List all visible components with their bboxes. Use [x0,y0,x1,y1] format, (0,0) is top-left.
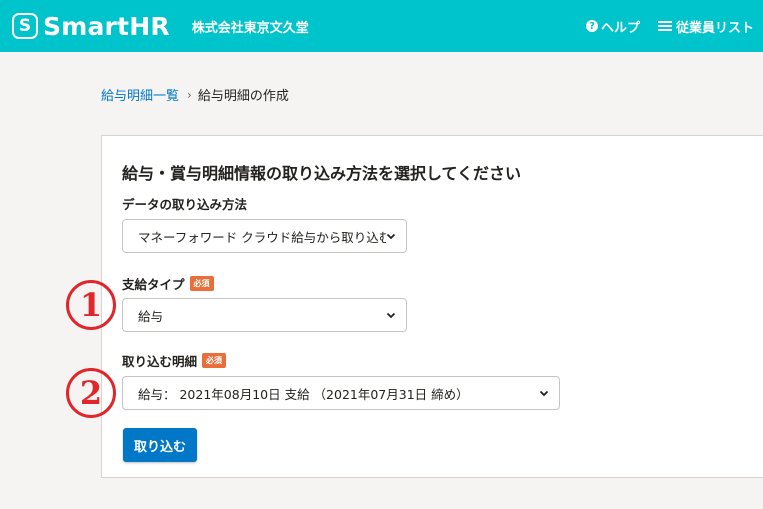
breadcrumb-separator-icon: › [187,87,192,102]
chevron-down-icon [386,233,396,240]
import-settings-panel: 給与・賞与明細情報の取り込み方法を選択してください データの取り込み方法 マネー… [101,135,763,478]
pay-type-select[interactable]: 給与 [122,298,407,332]
import-method-value: マネーフォワード クラウド給与から取り込む [138,229,386,245]
required-badge: 必須 [189,276,214,291]
pay-type-label: 支給タイプ 必須 [122,274,214,293]
statement-select[interactable]: 給与： 2021年08月10日 支給 （2021年07月31日 締め） [122,376,560,410]
pay-type-value: 給与 [138,308,164,324]
list-icon [657,21,672,31]
chevron-down-icon [386,312,396,319]
company-name: 株式会社東京文久堂 [191,20,309,36]
import-button[interactable]: 取り込む [123,428,197,462]
breadcrumb-parent-link[interactable]: 給与明細一覧 [101,85,179,104]
import-method-label: データの取り込み方法 [122,194,247,213]
smarthr-logo[interactable]: S SmartHR [12,12,170,41]
chevron-down-icon [539,390,549,397]
import-method-label-text: データの取り込み方法 [122,197,248,212]
panel-title: 給与・賞与明細情報の取り込み方法を選択してください [122,164,522,183]
app-header: S SmartHR 株式会社東京文久堂 ? ヘルプ 従業員リスト [0,0,763,52]
statement-label: 取り込む明細 必須 [122,351,227,370]
help-icon: ? [585,20,598,32]
annotation-marker-2: 2 [66,368,116,418]
required-badge: 必須 [202,353,227,368]
statement-label-text: 取り込む明細 [122,354,198,369]
import-method-select[interactable]: マネーフォワード クラウド給与から取り込む [122,219,407,253]
breadcrumb: 給与明細一覧 › 給与明細の作成 [101,85,289,105]
header-links: ? ヘルプ 従業員リスト [585,17,754,36]
statement-value: 給与： 2021年08月10日 支給 （2021年07月31日 締め） [138,386,469,402]
employee-list-label: 従業員リスト [675,20,754,36]
help-link[interactable]: ? ヘルプ [585,17,640,36]
logo-mark-icon: S [12,13,38,39]
help-label: ヘルプ [600,20,640,36]
breadcrumb-current: 給与明細の作成 [197,89,289,104]
logo-text: SmartHR [43,11,170,41]
employee-list-link[interactable]: 従業員リスト [657,17,754,36]
pay-type-label-text: 支給タイプ [122,277,185,292]
annotation-marker-1: 1 [66,280,116,330]
